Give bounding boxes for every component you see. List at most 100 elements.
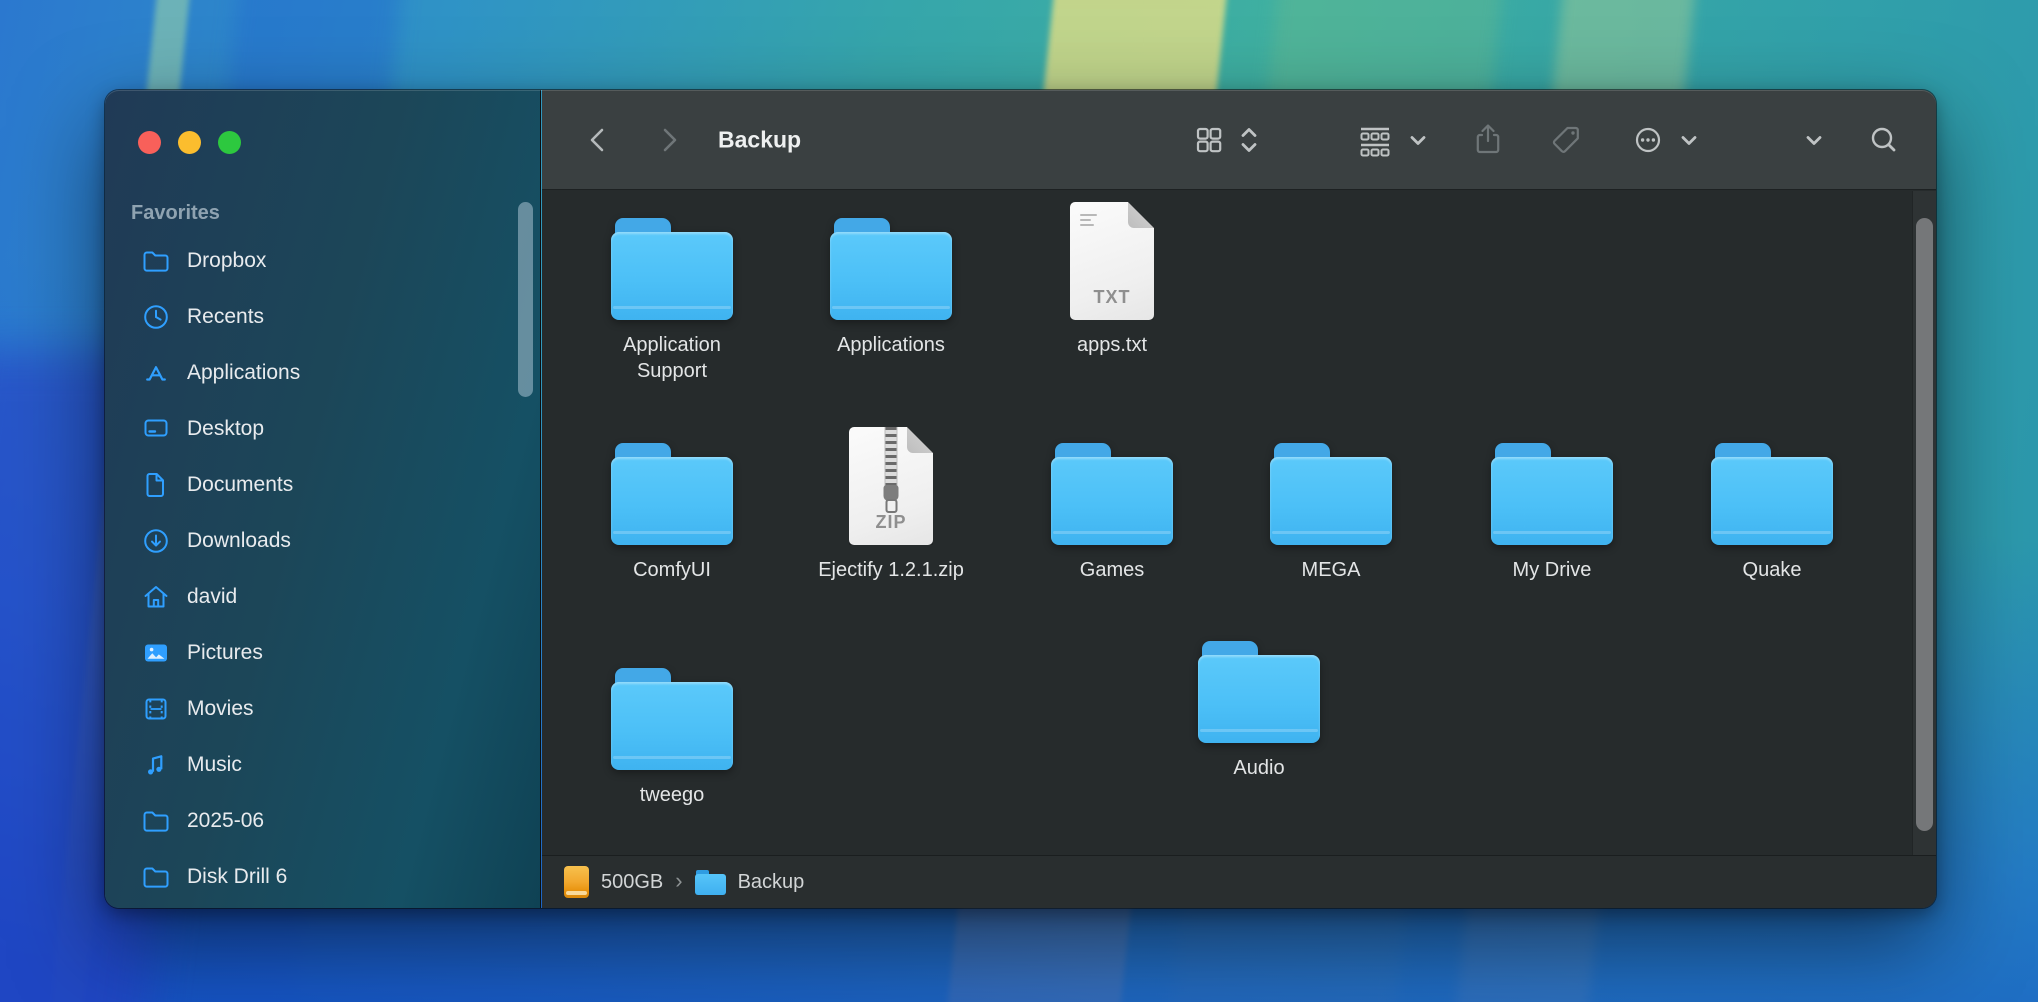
file-type-badge: ZIP [849,512,933,533]
music-note-icon [141,750,171,780]
group-by-button[interactable] [1354,122,1396,158]
path-segment-drive[interactable]: 500GB [564,866,663,898]
file-item-application-support[interactable]: Application Support [557,198,787,384]
finder-window: Favorites Dropbox Recents Applications D… [105,90,1936,908]
path-segment-backup[interactable]: Backup [695,870,805,895]
more-actions-chevron-icon[interactable] [1677,128,1701,152]
text-preview-lines [1080,214,1100,229]
share-button[interactable] [1470,121,1506,159]
view-size-stepper[interactable] [1234,121,1264,159]
sidebar-item-label: david [187,585,237,609]
file-item-tweego[interactable]: tweego [557,648,787,808]
group-by-chevron-icon[interactable] [1406,128,1430,152]
chevron-separator: › [675,868,682,894]
window-title: Backup [718,126,801,153]
view-grid-button[interactable] [1191,122,1227,158]
sidebar-item-label: Desktop [187,417,264,441]
sidebar-item-label: Disk Drill 6 [187,865,287,889]
sidebar-item-recents[interactable]: Recents [129,295,509,339]
zoom-button[interactable] [218,131,241,154]
folder-icon [611,443,733,545]
file-name: Audio [1233,755,1284,781]
sidebar-item-label: Downloads [187,529,291,553]
sidebar-item-2025-06[interactable]: 2025-06 [129,799,509,843]
file-item-mega[interactable]: MEGA [1216,423,1446,583]
home-icon [141,582,171,612]
sidebar-item-documents[interactable]: Documents [129,463,509,507]
folder-icon [1270,443,1392,545]
file-name: Games [1080,557,1144,583]
file-type-badge: TXT [1070,287,1154,308]
tags-button[interactable] [1548,122,1584,158]
sidebar-item-applications[interactable]: Applications [129,351,509,395]
scrollbar-track[interactable] [1912,191,1936,855]
sidebar-item-label: Movies [187,697,254,721]
scrollbar-thumb[interactable] [1916,218,1933,831]
picture-icon [141,638,171,668]
sidebar-item-label: Documents [187,473,293,497]
toolbar: Backup [542,90,1936,190]
file-item-apps-txt[interactable]: TXT apps.txt [997,198,1227,358]
sidebar-item-disk-drill-6[interactable]: Disk Drill 6 [129,855,509,899]
sidebar-item-movies[interactable]: Movies [129,687,509,731]
path-segment-label: 500GB [601,871,663,894]
file-name: Ejectify 1.2.1.zip [818,557,964,583]
app-store-icon [141,358,171,388]
film-icon [141,694,171,724]
sidebar-item-desktop[interactable]: Desktop [129,407,509,451]
sidebar-item-pictures[interactable]: Pictures [129,631,509,675]
toolbar-chevron-icon[interactable] [1802,128,1826,152]
file-name: My Drive [1513,557,1592,583]
close-button[interactable] [138,131,161,154]
folder-icon [830,218,952,320]
external-drive-icon [564,866,589,898]
file-item-ejectify-zip[interactable]: ZIP Ejectify 1.2.1.zip [776,423,1006,583]
zipper-graphic [885,427,898,487]
back-button[interactable] [583,123,613,157]
clock-icon [141,302,171,332]
file-item-comfyui[interactable]: ComfyUI [557,423,787,583]
main-pane: Backup Application Support Applications [542,90,1936,908]
file-name: Application Support [592,332,752,384]
minimize-button[interactable] [178,131,201,154]
favorites-section-header: Favorites [131,202,220,225]
search-button[interactable] [1866,122,1902,158]
sidebar-item-dropbox[interactable]: Dropbox [129,239,509,283]
folder-icon [1711,443,1833,545]
file-item-games[interactable]: Games [997,423,1227,583]
path-segment-label: Backup [738,871,805,894]
folder-icon [141,806,171,836]
folder-icon [141,246,171,276]
sidebar-item-label: Recents [187,305,264,329]
sidebar: Favorites Dropbox Recents Applications D… [105,90,541,908]
sidebar-item-label: Pictures [187,641,263,665]
forward-button[interactable] [654,123,684,157]
file-item-quake[interactable]: Quake [1657,423,1887,583]
desktop-icon [141,414,171,444]
sidebar-item-label: Music [187,753,242,777]
file-item-my-drive[interactable]: My Drive [1437,423,1667,583]
file-item-applications[interactable]: Applications [776,198,1006,358]
window-controls [138,131,241,154]
sidebar-item-downloads[interactable]: Downloads [129,519,509,563]
sidebar-item-david[interactable]: david [129,575,509,619]
file-name: MEGA [1302,557,1361,583]
file-name: apps.txt [1077,332,1147,358]
folder-icon [611,668,733,770]
file-name: Applications [837,332,945,358]
folder-icon [1198,641,1320,743]
sidebar-scrollbar-thumb[interactable] [518,202,533,397]
sidebar-item-label: Applications [187,361,300,385]
file-item-audio[interactable]: Audio [1144,621,1374,781]
folder-icon [1491,443,1613,545]
sidebar-item-music[interactable]: Music [129,743,509,787]
folder-icon [611,218,733,320]
more-actions-button[interactable] [1630,122,1666,158]
folder-icon [1051,443,1173,545]
sidebar-item-label: 2025-06 [187,809,264,833]
file-name: tweego [640,782,705,808]
file-name: Quake [1743,557,1802,583]
text-file-icon: TXT [1070,202,1154,320]
folder-icon [141,862,171,892]
sidebar-item-label: Dropbox [187,249,266,273]
